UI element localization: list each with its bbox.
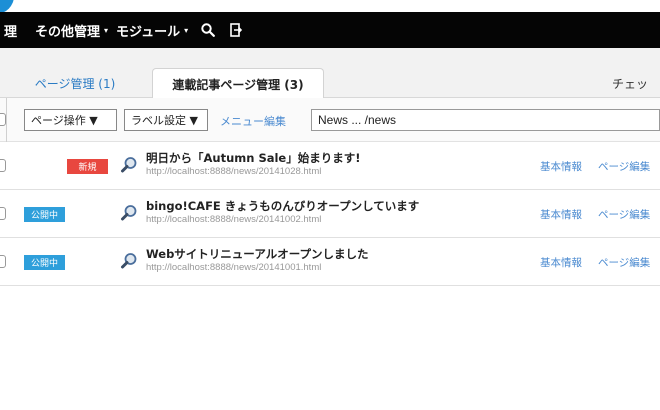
- page-url: http://localhost:8888/news/20141002.html: [146, 214, 322, 225]
- preview-magnifier-icon[interactable]: [120, 156, 138, 174]
- label-setting-button[interactable]: ラベル設定 ▼: [124, 109, 208, 131]
- page-url: http://localhost:8888/news/20141028.html: [146, 166, 322, 177]
- nav-item-truncated[interactable]: 理: [4, 21, 17, 40]
- nav-item-other-manage-label: その他管理: [35, 24, 101, 40]
- exit-icon[interactable]: [228, 22, 244, 38]
- page-title[interactable]: Webサイトリニューアルオープンしました: [146, 246, 369, 262]
- page-edit-link[interactable]: ページ編集: [598, 255, 650, 270]
- basic-info-link[interactable]: 基本情報: [540, 207, 582, 222]
- tab-check-truncated[interactable]: チェッ: [612, 68, 660, 98]
- page-edit-link[interactable]: ページ編集: [598, 207, 650, 222]
- preview-magnifier-icon[interactable]: [120, 252, 138, 270]
- tab-page-manage[interactable]: ページ管理 (1): [0, 68, 150, 98]
- table-row[interactable]: 新規 明日から「Autumn Sale」始まります! http://localh…: [0, 142, 660, 190]
- top-strip: [0, 0, 660, 14]
- top-navbar: 理 その他管理 ▾ モジュール ▾: [0, 12, 660, 48]
- row-checkbox[interactable]: [0, 255, 6, 268]
- caret-down-icon: ▾: [104, 25, 109, 35]
- table-row[interactable]: 公開中 Webサイトリニューアルオープンしました http://localhos…: [0, 238, 660, 286]
- row-checkbox[interactable]: [0, 207, 6, 220]
- nav-item-module-label: モジュール: [116, 24, 181, 40]
- basic-info-link[interactable]: 基本情報: [540, 159, 582, 174]
- status-badge: 新規: [67, 159, 108, 174]
- empty-list-area: [0, 286, 660, 410]
- status-badge: 公開中: [24, 255, 65, 270]
- page-edit-link[interactable]: ページ編集: [598, 159, 650, 174]
- page-title[interactable]: bingo!CAFE きょうものんびりオープンしています: [146, 198, 419, 214]
- caret-down-icon: ▾: [184, 25, 189, 35]
- search-icon[interactable]: [200, 22, 216, 38]
- preview-magnifier-icon[interactable]: [120, 204, 138, 222]
- nav-item-other-manage[interactable]: その他管理 ▾: [35, 21, 108, 40]
- row-checkbox[interactable]: [0, 159, 6, 172]
- tab-bar: ページ管理 (1) 連載記事ページ管理 (3) チェッ: [0, 48, 660, 99]
- status-badge: 公開中: [24, 207, 65, 222]
- nav-item-module[interactable]: モジュール ▾: [116, 21, 188, 40]
- page-url: http://localhost:8888/news/20141001.html: [146, 262, 322, 273]
- page-title[interactable]: 明日から「Autumn Sale」始まります!: [146, 150, 360, 166]
- menu-edit-link[interactable]: メニュー編集: [220, 113, 286, 129]
- path-filter-input[interactable]: News ... /news: [311, 109, 660, 131]
- tab-series-page-manage[interactable]: 連載記事ページ管理 (3): [152, 68, 324, 99]
- table-row[interactable]: 公開中 bingo!CAFE きょうものんびりオープンしています http://…: [0, 190, 660, 238]
- page-operation-button[interactable]: ページ操作 ▼: [24, 109, 117, 131]
- basic-info-link[interactable]: 基本情報: [540, 255, 582, 270]
- toolbar: ページ操作 ▼ ラベル設定 ▼ メニュー編集 News ... /news: [0, 98, 660, 142]
